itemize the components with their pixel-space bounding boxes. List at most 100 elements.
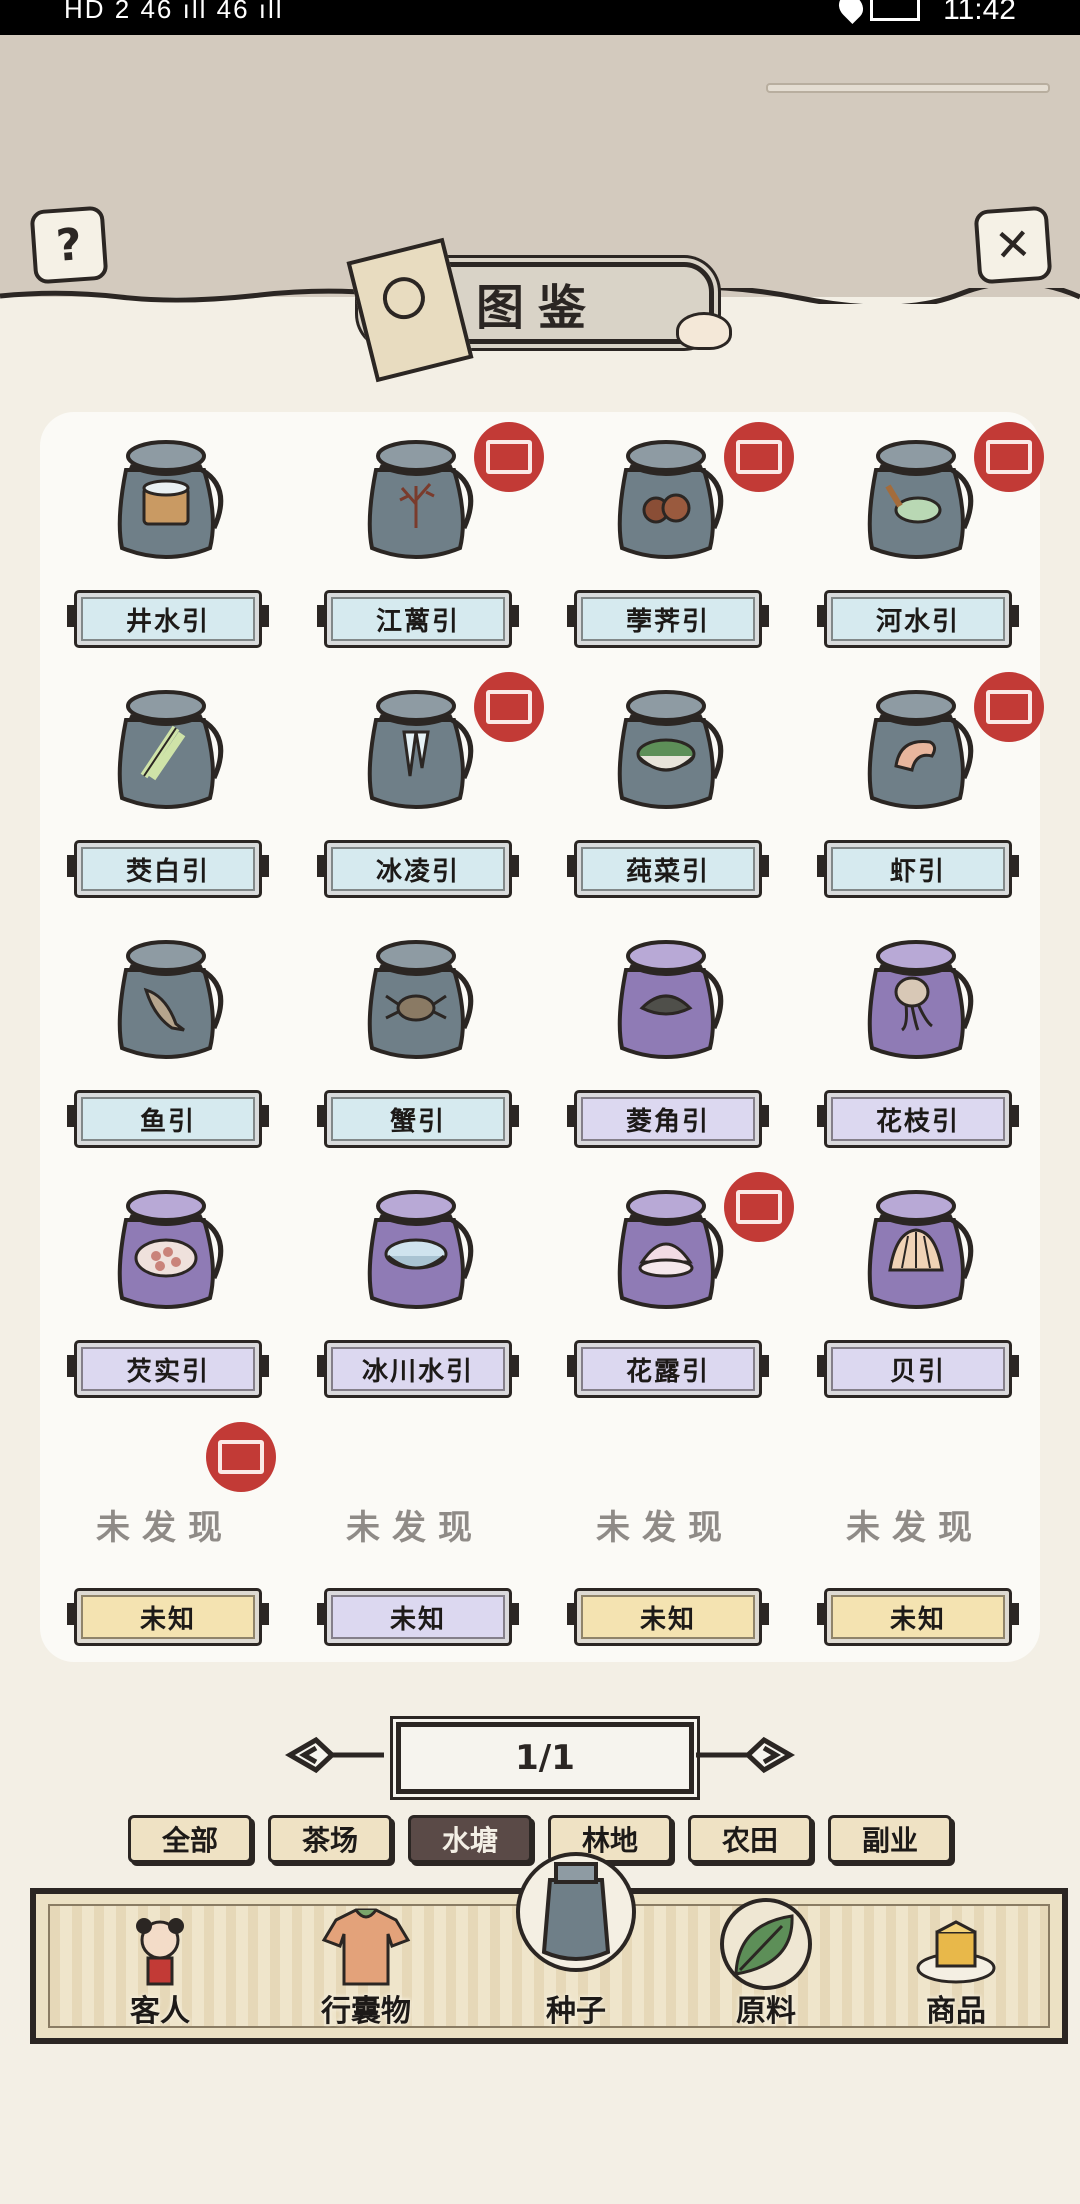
item-name-plate: 冰川水引 — [317, 1340, 519, 1398]
status-bar: HD 2 46 ıll 46 ıll 11:42 — [0, 0, 1080, 35]
nav-goods[interactable]: 商品 — [886, 1890, 1026, 2030]
flower-icon — [676, 312, 732, 350]
item-name-plate: 芡实引 — [67, 1340, 269, 1398]
collection-item[interactable]: 贝引 — [790, 1164, 1040, 1414]
close-icon: ✕ — [992, 218, 1034, 272]
ice-bowl-jar-icon — [346, 1180, 486, 1320]
top-band — [0, 35, 1080, 297]
new-seal-icon — [974, 422, 1044, 492]
undiscovered-label: 未发现 — [346, 1508, 484, 1548]
scallop-jar-icon — [846, 1180, 986, 1320]
new-seal-icon — [474, 672, 544, 742]
item-name-plate: 茭白引 — [67, 840, 269, 898]
stalk-jar-icon — [96, 680, 236, 820]
collection-item[interactable]: 花枝引 — [790, 914, 1040, 1164]
item-name-plate: 贝引 — [817, 1340, 1019, 1398]
collection-item[interactable]: 花露引 — [540, 1164, 794, 1414]
nav-label: 商品 — [926, 1994, 986, 2029]
tab-1[interactable]: 茶场 — [268, 1815, 392, 1863]
guest-icon — [120, 1910, 200, 1994]
network-indicators: HD 2 46 ıll 46 ıll — [64, 0, 284, 24]
nav-clothes[interactable]: 行囊物 — [286, 1890, 446, 2030]
collection-item[interactable]: 菱角引 — [540, 914, 790, 1164]
collection-item[interactable]: 莼菜引 — [540, 664, 790, 914]
item-name-plate: 未知 — [567, 1588, 769, 1646]
item-name-plate: 井水引 — [67, 590, 269, 648]
collection-item[interactable]: 茭白引 — [40, 664, 290, 914]
bowl-jar-icon — [596, 680, 736, 820]
item-name-plate: 蟹引 — [317, 1090, 519, 1148]
nav-leaf[interactable]: 原料 — [676, 1890, 856, 2030]
battery-icon — [870, 0, 920, 21]
undiscovered-label: 未发现 — [846, 1508, 984, 1548]
item-name-plate: 虾引 — [817, 840, 1019, 898]
undiscovered-item[interactable]: 未发现 未知 — [540, 1412, 790, 1662]
item-name-plate: 鱼引 — [67, 1090, 269, 1148]
clothes-icon — [316, 1900, 416, 1994]
icicle-jar-icon — [346, 680, 486, 820]
item-name-plate: 未知 — [817, 1588, 1019, 1646]
caltrop-jar-icon — [596, 930, 736, 1070]
new-seal-icon — [206, 1422, 276, 1492]
nav-seed-bag[interactable]: 种子 — [476, 1852, 676, 2030]
undiscovered-item[interactable]: 未发现 未知 — [790, 1412, 1040, 1662]
collection-item[interactable]: 河水引 — [790, 414, 1044, 664]
bucket-jar-icon — [96, 430, 236, 570]
help-button[interactable]: ? — [29, 205, 109, 285]
collection-item[interactable]: 鱼引 — [40, 914, 290, 1164]
item-name-plate: 莼菜引 — [567, 840, 769, 898]
collection-item[interactable]: 井水引 — [40, 414, 290, 664]
next-page-arrow[interactable] — [694, 1728, 804, 1782]
bottom-nav: 客人 行囊物 种子 原料 商品 — [30, 1852, 1068, 2044]
tab-4[interactable]: 农田 — [688, 1815, 812, 1863]
leaf-icon — [716, 1894, 816, 1998]
crab-jar-icon — [346, 930, 486, 1070]
undiscovered-item[interactable]: 未发现 未知 — [40, 1412, 290, 1662]
undiscovered-label: 未发现 — [596, 1508, 734, 1548]
item-name-plate: 江蓠引 — [317, 590, 519, 648]
item-name-plate: 花露引 — [567, 1340, 769, 1398]
page-indicator: 1/1 — [396, 1722, 694, 1794]
prev-page-arrow[interactable] — [276, 1728, 386, 1782]
nav-label: 客人 — [130, 1994, 190, 2029]
nav-label: 种子 — [546, 1994, 606, 2029]
new-seal-icon — [474, 422, 544, 492]
squid-jar-icon — [846, 930, 986, 1070]
item-name-plate: 冰凌引 — [317, 840, 519, 898]
undiscovered-label: 未发现 — [96, 1508, 234, 1548]
nav-guest[interactable]: 客人 — [100, 1890, 220, 2030]
ladle-jar-icon — [846, 430, 986, 570]
collection-item[interactable]: 蟹引 — [290, 914, 540, 1164]
collection-item[interactable]: 虾引 — [790, 664, 1044, 914]
tab-5[interactable]: 副业 — [828, 1815, 952, 1863]
goods-icon — [911, 1910, 1001, 1994]
chestnut-jar-icon — [596, 430, 736, 570]
new-seal-icon — [724, 422, 794, 492]
item-name-plate: 菱角引 — [567, 1090, 769, 1148]
item-name-plate: 花枝引 — [817, 1090, 1019, 1148]
close-button[interactable]: ✕ — [973, 205, 1053, 285]
page-title: 图鉴 — [475, 280, 600, 336]
undiscovered-item[interactable]: 未发现 未知 — [290, 1412, 540, 1662]
collection-item[interactable]: 芡实引 — [40, 1164, 290, 1414]
item-name-plate: 未知 — [67, 1588, 269, 1646]
collection-item[interactable]: 冰川水引 — [290, 1164, 540, 1414]
item-name-plate: 河水引 — [817, 590, 1019, 648]
collection-item[interactable]: 江蓠引 — [290, 414, 544, 664]
collection-item[interactable]: 荸荠引 — [540, 414, 794, 664]
seeds-jar-icon — [96, 1180, 236, 1320]
collection-item[interactable]: 冰凌引 — [290, 664, 544, 914]
seaweed-jar-icon — [346, 430, 486, 570]
location-icon — [834, 0, 868, 24]
nav-label: 原料 — [736, 1994, 796, 2029]
new-seal-icon — [974, 672, 1044, 742]
tab-0[interactable]: 全部 — [128, 1815, 252, 1863]
fish-jar-icon — [96, 930, 236, 1070]
page-label: 1/1 — [515, 1738, 575, 1778]
shrimp-jar-icon — [846, 680, 986, 820]
item-name-plate: 荸荠引 — [567, 590, 769, 648]
question-icon: ? — [54, 218, 84, 272]
tab-2[interactable]: 水塘 — [408, 1815, 532, 1863]
drag-handle[interactable] — [766, 83, 1050, 93]
shell-open-jar-icon — [596, 1180, 736, 1320]
